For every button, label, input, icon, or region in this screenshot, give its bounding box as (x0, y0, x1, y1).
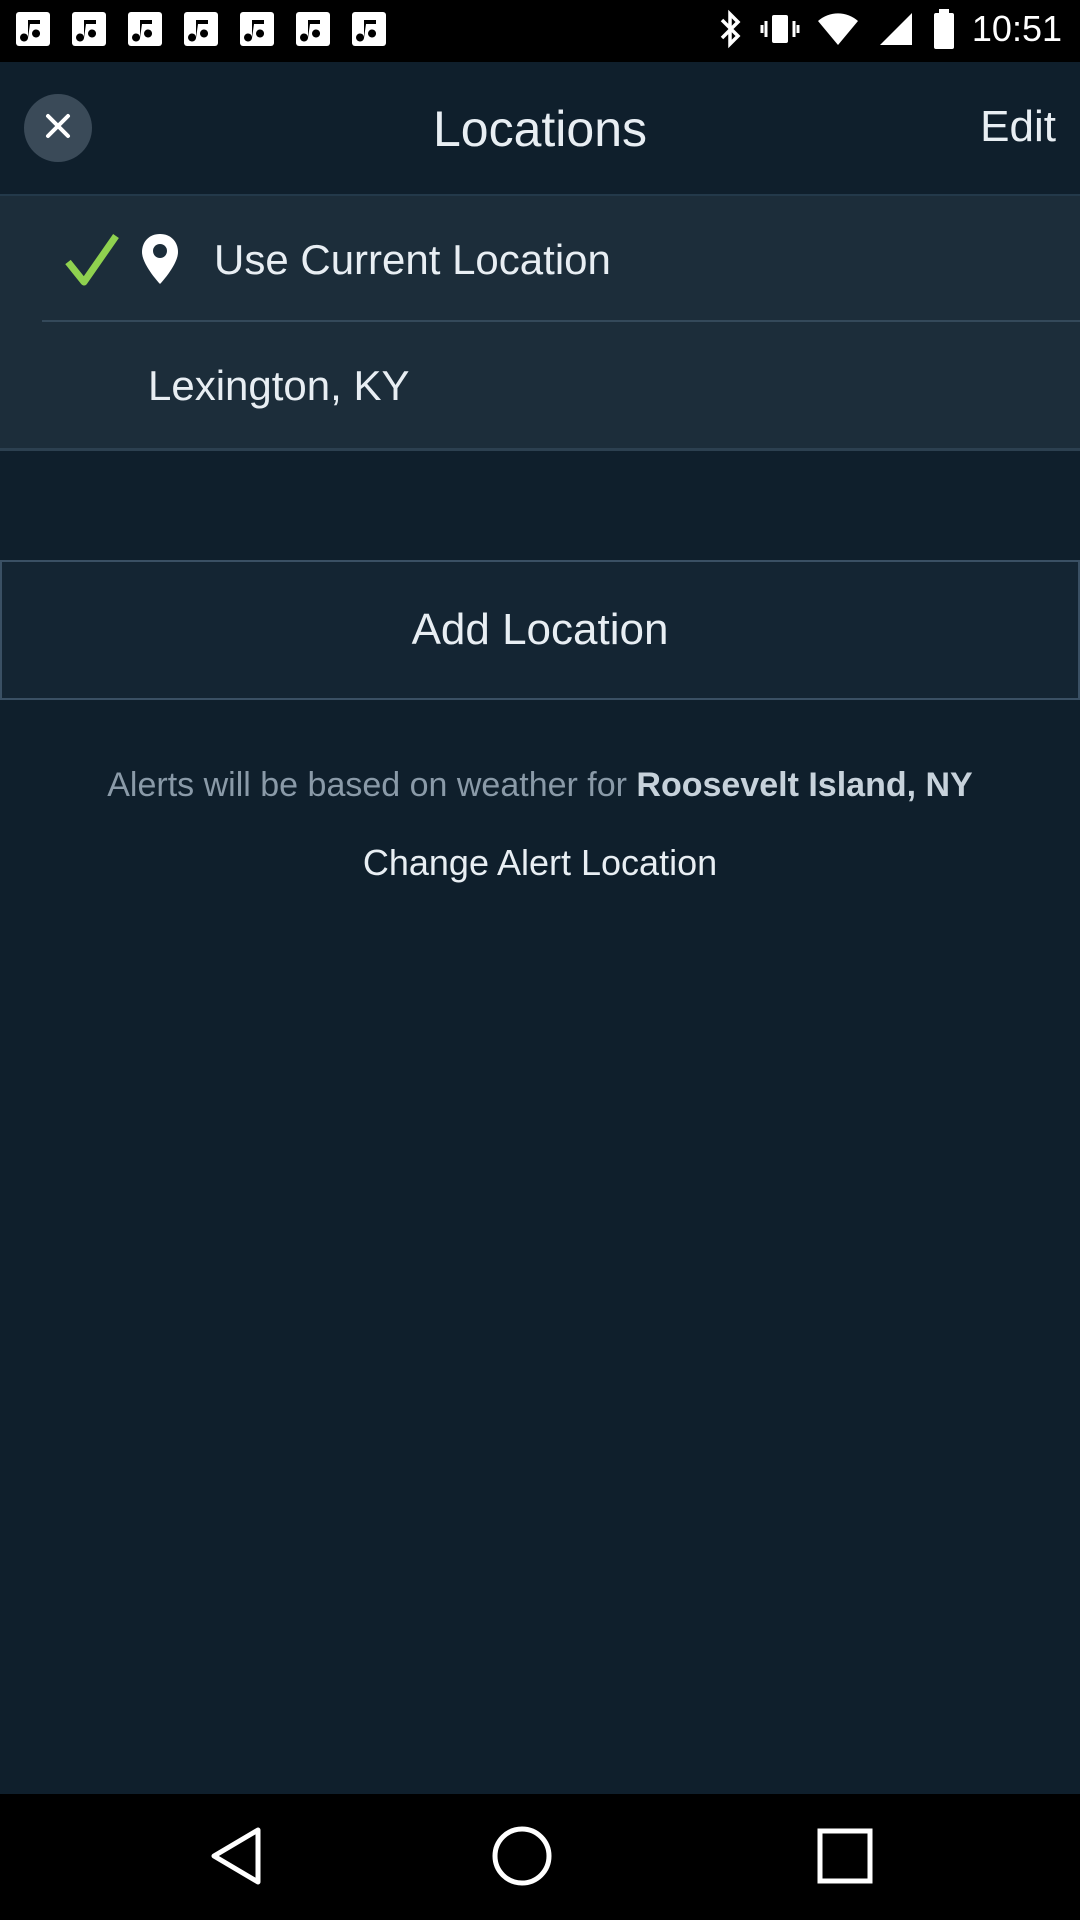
status-icons: 10:51 (718, 8, 1062, 50)
vibrate-icon (760, 9, 800, 49)
change-alert-location-link[interactable]: Change Alert Location (0, 842, 1080, 884)
music-note-icon (14, 10, 52, 48)
home-icon[interactable] (490, 1824, 554, 1893)
bluetooth-icon (718, 9, 744, 49)
add-location-button[interactable]: Add Location (0, 560, 1080, 700)
page-title: Locations (432, 101, 648, 157)
alerts-prefix: Alerts will be based on weather for (107, 766, 637, 804)
music-note-icon (294, 10, 332, 48)
location-item[interactable]: Lexington, KY (0, 322, 1080, 448)
checkmark-icon (64, 232, 120, 293)
locations-list: Use Current Location Lexington, KY (0, 196, 1080, 451)
music-note-icon (238, 10, 276, 48)
signal-icon (876, 9, 916, 49)
music-note-icon (182, 10, 220, 48)
status-bar: 10:51 (0, 0, 1080, 62)
music-note-icon (126, 10, 164, 48)
wifi-icon (816, 9, 860, 49)
alert-city: Roosevelt Island, NY (636, 766, 973, 804)
alerts-info: Alerts will be based on weather for Roos… (0, 766, 1080, 805)
location-item-label: Lexington, KY (148, 362, 410, 409)
use-current-location-label: Use Current Location (214, 236, 611, 283)
battery-icon (932, 8, 956, 50)
music-note-icon (350, 10, 388, 48)
location-pin-icon (140, 232, 180, 291)
recent-apps-icon[interactable] (814, 1824, 874, 1893)
back-icon[interactable] (206, 1824, 266, 1893)
music-note-icon (70, 10, 108, 48)
header: Locations Edit (0, 62, 1080, 196)
clock: 10:51 (971, 8, 1062, 49)
edit-button[interactable]: Edit (980, 102, 1056, 152)
use-current-location-item[interactable]: Use Current Location (0, 196, 1080, 322)
navigation-bar (0, 1794, 1080, 1920)
notification-icons (14, 10, 388, 48)
